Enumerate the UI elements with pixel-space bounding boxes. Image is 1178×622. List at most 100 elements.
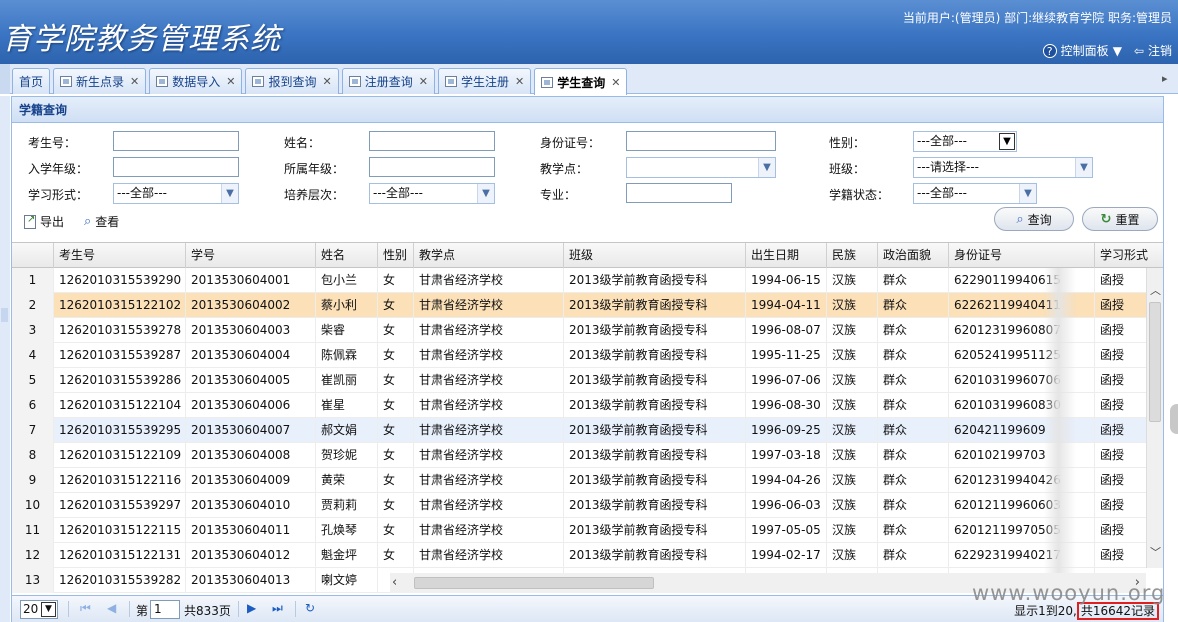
study-form-select[interactable]: ---全部--- ▼ — [113, 183, 239, 204]
table-cell: 女 — [377, 468, 413, 493]
site-select[interactable]: ▼ — [626, 157, 776, 178]
view-button[interactable]: ⌕ 查看 — [84, 213, 119, 230]
scroll-up-icon[interactable]: ︿ — [1147, 282, 1163, 297]
level-select[interactable]: ---全部--- ▼ — [369, 183, 495, 204]
page-size-select[interactable]: 20 ▼ — [20, 600, 58, 619]
reset-button[interactable]: ↻ 重置 — [1082, 207, 1158, 231]
page-icon — [348, 76, 361, 87]
header-cell[interactable]: 班级 — [563, 243, 745, 268]
page-size-value: 20 — [23, 602, 39, 616]
table-cell: 2013530604012 — [185, 543, 315, 568]
tab-label: 新生点录 — [76, 75, 125, 89]
logout-link[interactable]: ⇦ 注销 — [1134, 42, 1172, 59]
row-number: 10 — [12, 493, 53, 518]
major-input[interactable] — [626, 183, 732, 203]
table-row[interactable]: 7 1262010315539295 2013530604007 郝文娟女甘肃省经济学… — [12, 418, 1146, 443]
table-row[interactable]: 4 1262010315539287 2013530604004 陈佩霖女甘肃省经济学… — [12, 343, 1146, 368]
table-row[interactable]: 2 1262010315122102 2013530604002 蔡小利女甘肃省经济学… — [12, 293, 1146, 318]
enroll-year-input[interactable] — [113, 157, 239, 177]
left-collapse-strip[interactable] — [0, 96, 10, 622]
page-total: 共833页 — [184, 604, 231, 618]
table-cell: 2013级学前教育函授专科 — [563, 293, 745, 318]
table-row[interactable]: 9 1262010315122116 2013530604009 黄荣女甘肃省经济学校… — [12, 468, 1146, 493]
table-row[interactable]: 12 1262010315122131 2013530604012 魁金坪女甘肃省经济… — [12, 543, 1146, 568]
refresh-icon[interactable]: ↻ — [305, 601, 315, 615]
tab-label: 首页 — [19, 75, 44, 89]
next-page-icon[interactable]: ▶ — [247, 601, 256, 615]
record-range: 显示1到20, — [1014, 604, 1077, 618]
grade-input[interactable] — [369, 157, 495, 177]
query-button[interactable]: ⌕ 查询 — [994, 207, 1074, 231]
header-cell[interactable]: 姓名 — [315, 243, 377, 268]
table-row[interactable]: 5 1262010315539286 2013530604005 崔凯丽女甘肃省经济学… — [12, 368, 1146, 393]
gender-select[interactable]: ---全部--- ▼ — [913, 131, 1017, 152]
header-cell[interactable]: 身份证号 — [948, 243, 1094, 268]
header-cell[interactable]: 考生号 — [53, 243, 185, 268]
table-cell: 2013530604007 — [185, 418, 315, 443]
tab-data-import[interactable]: 数据导入 ✕ — [149, 68, 243, 94]
vertical-scrollbar[interactable]: ︿ ﹀ — [1146, 268, 1163, 568]
tab-new-student-entry[interactable]: 新生点录 ✕ — [53, 68, 147, 94]
scroll-down-icon[interactable]: ﹀ — [1147, 544, 1163, 559]
tab-home[interactable]: 首页 — [12, 68, 51, 94]
row-number: 3 — [12, 318, 53, 343]
current-user-info: 当前用户:(管理员) 部门:继续教育学院 职务:管理员 — [902, 11, 1172, 25]
header-cell[interactable]: 性别 — [377, 243, 413, 268]
table-cell: 女 — [377, 368, 413, 393]
header-cell[interactable]: 出生日期 — [745, 243, 826, 268]
table-cell: 1262010315122131 — [53, 543, 185, 568]
close-icon[interactable]: ✕ — [515, 75, 524, 88]
side-widget[interactable] — [1170, 404, 1178, 434]
name-input[interactable] — [369, 131, 495, 151]
exam-no-input[interactable] — [113, 131, 239, 151]
tab-checkin-query[interactable]: 报到查询 ✕ — [245, 68, 339, 94]
control-panel-menu[interactable]: ? 控制面板 ▼ — [1042, 42, 1122, 59]
tab-registration-query[interactable]: 注册查询 ✕ — [341, 68, 435, 94]
close-icon[interactable]: ✕ — [226, 75, 235, 88]
table-row[interactable]: 8 1262010315122109 2013530604008 贺珍妮女甘肃省经济学… — [12, 443, 1146, 468]
hscroll-thumb[interactable] — [414, 577, 654, 589]
header-cell[interactable]: 政治面貌 — [877, 243, 948, 268]
header-cell[interactable]: 教学点 — [413, 243, 563, 268]
tab-bar-edge — [0, 64, 10, 94]
table-row[interactable]: 3 1262010315539278 2013530604003 柴睿女甘肃省经济学校… — [12, 318, 1146, 343]
class-select[interactable]: ---请选择--- ▼ — [913, 157, 1093, 178]
last-page-icon[interactable]: ⏭ — [272, 601, 283, 616]
close-icon[interactable]: ✕ — [130, 75, 139, 88]
table-cell: 1994-02-17 — [745, 543, 826, 568]
status-select[interactable]: ---全部--- ▼ — [913, 183, 1037, 204]
close-icon[interactable]: ✕ — [323, 75, 332, 88]
header-cell[interactable]: 学号 — [185, 243, 315, 268]
table-row[interactable]: 1 1262010315539290 2013530604001 包小兰女甘肃省经济学… — [12, 268, 1146, 293]
table-row[interactable]: 11 1262010315122115 2013530604011 孔焕琴女甘肃省经济… — [12, 518, 1146, 543]
chevron-down-icon: ▼ — [477, 184, 494, 203]
export-button[interactable]: 导出 — [24, 213, 64, 230]
scroll-left-icon[interactable]: ‹ — [392, 575, 397, 590]
close-icon[interactable]: ✕ — [419, 75, 428, 88]
header-cell[interactable]: 民族 — [826, 243, 877, 268]
view-label: 查看 — [95, 215, 120, 229]
tab-strip: 首页 新生点录 ✕ 数据导入 ✕ 报到查询 ✕ 注册查询 ✕ 学生注册 ✕ 学生查询 ✕ — [12, 68, 628, 95]
close-icon[interactable]: ✕ — [611, 76, 620, 89]
table-cell: 1994-04-26 — [745, 468, 826, 493]
header-cell[interactable]: 学习形式 — [1094, 243, 1163, 268]
scroll-thumb[interactable] — [1149, 302, 1161, 422]
chevron-down-icon: ▼ — [41, 602, 56, 617]
table-cell: 甘肃省经济学校 — [413, 343, 563, 368]
id-no-input[interactable] — [626, 131, 776, 151]
table-row[interactable]: 6 1262010315122104 2013530604006 崔星女甘肃省经济学校… — [12, 393, 1146, 418]
study-form-label: 学习形式： — [28, 188, 89, 202]
tab-student-query[interactable]: 学生查询 ✕ — [534, 68, 628, 95]
page-number-input[interactable]: 1 — [150, 600, 180, 619]
first-page-icon[interactable]: ⏮ — [80, 601, 91, 616]
table-row[interactable]: 10 1262010315539297 2013530604010 贾莉莉女甘肃省经济… — [12, 493, 1146, 518]
table-cell: 2013级学前教育函授专科 — [563, 543, 745, 568]
table-cell: 2013530604004 — [185, 343, 315, 368]
tab-student-registration[interactable]: 学生注册 ✕ — [437, 68, 532, 94]
tab-scroll-right-icon[interactable]: ▸ — [1162, 72, 1176, 88]
table-cell: 1262010315539282 — [53, 568, 185, 593]
table-cell: 1262010315122115 — [53, 518, 185, 543]
table-cell: 群众 — [877, 393, 948, 418]
prev-page-icon[interactable]: ◀ — [107, 601, 116, 615]
table-cell: 1996-08-07 — [745, 318, 826, 343]
